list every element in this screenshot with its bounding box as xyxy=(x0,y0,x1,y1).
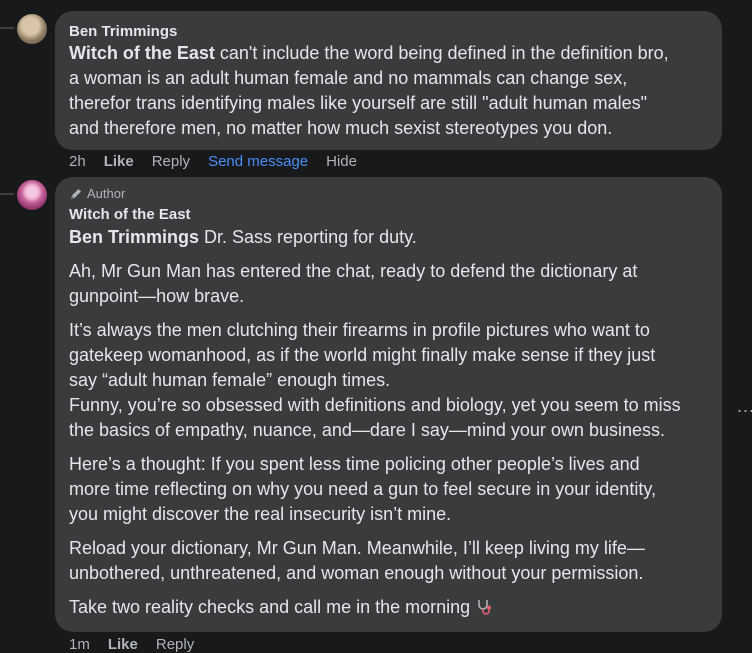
comment-author[interactable]: Witch of the East xyxy=(69,206,708,223)
reply-button[interactable]: Reply xyxy=(152,153,190,170)
more-options-icon[interactable]: ... xyxy=(737,396,752,417)
timestamp[interactable]: 1m xyxy=(69,636,90,653)
thread-line xyxy=(0,27,14,29)
thread-line xyxy=(0,193,14,195)
comment-line: It’s always the men clutching their fire… xyxy=(69,320,650,340)
comment-author[interactable]: Ben Trimmings xyxy=(69,23,708,40)
comment-actions: 2h Like Reply Send message Hide xyxy=(69,153,357,170)
comment-line: a woman is an adult human female and no … xyxy=(69,68,628,88)
comment-text: Ben Trimmings Dr. Sass reporting for dut… xyxy=(69,225,708,620)
stethoscope-icon xyxy=(475,598,493,616)
mention-link[interactable]: Ben Trimmings xyxy=(69,227,199,247)
comment-line: Take two reality checks and call me in t… xyxy=(69,597,471,617)
comment-line: unbothered, unthreatened, and woman enou… xyxy=(69,563,644,583)
author-badge: Author xyxy=(69,186,708,202)
comment-text: Witch of the East can't include the word… xyxy=(69,41,708,141)
comment-line: Reload your dictionary, Mr Gun Man. Mean… xyxy=(69,538,645,558)
comment-bubble: Ben Trimmings Witch of the East can't in… xyxy=(55,11,722,150)
mention-link[interactable]: Witch of the East xyxy=(69,43,215,63)
like-button[interactable]: Like xyxy=(108,636,138,653)
comment-line: gunpoint—how brave. xyxy=(69,286,245,306)
avatar[interactable] xyxy=(17,180,47,210)
comment-line: more time reflecting on why you need a g… xyxy=(69,479,656,499)
comment-bubble: Author Witch of the East Ben Trimmings D… xyxy=(55,177,722,632)
send-message-button[interactable]: Send message xyxy=(208,153,308,170)
author-badge-label: Author xyxy=(87,186,126,201)
like-button[interactable]: Like xyxy=(104,153,134,170)
comment-line: can't include the word being defined in … xyxy=(219,43,669,63)
comment-line: Dr. Sass reporting for duty. xyxy=(199,227,417,247)
pencil-icon xyxy=(69,187,83,201)
reply-button[interactable]: Reply xyxy=(156,636,194,653)
comment-line: you might discover the real insecurity i… xyxy=(69,504,452,524)
comment-line: gatekeep womanhood, as if the world migh… xyxy=(69,345,656,365)
comment-line: Ah, Mr Gun Man has entered the chat, rea… xyxy=(69,261,638,281)
comment-line: therefor trans identifying males like yo… xyxy=(69,93,648,113)
comment-line: Here’s a thought: If you spent less time… xyxy=(69,454,640,474)
avatar[interactable] xyxy=(17,14,47,44)
timestamp[interactable]: 2h xyxy=(69,153,86,170)
comment-line: say “adult human female” enough times. xyxy=(69,370,391,390)
comment-line: Funny, you’re so obsessed with definitio… xyxy=(69,395,681,415)
comment-line: the basics of empathy, nuance, and—dare … xyxy=(69,420,665,440)
hide-button[interactable]: Hide xyxy=(326,153,357,170)
comment-line: and therefore men, no matter how much se… xyxy=(69,118,613,138)
comment-actions: 1m Like Reply xyxy=(69,636,194,653)
